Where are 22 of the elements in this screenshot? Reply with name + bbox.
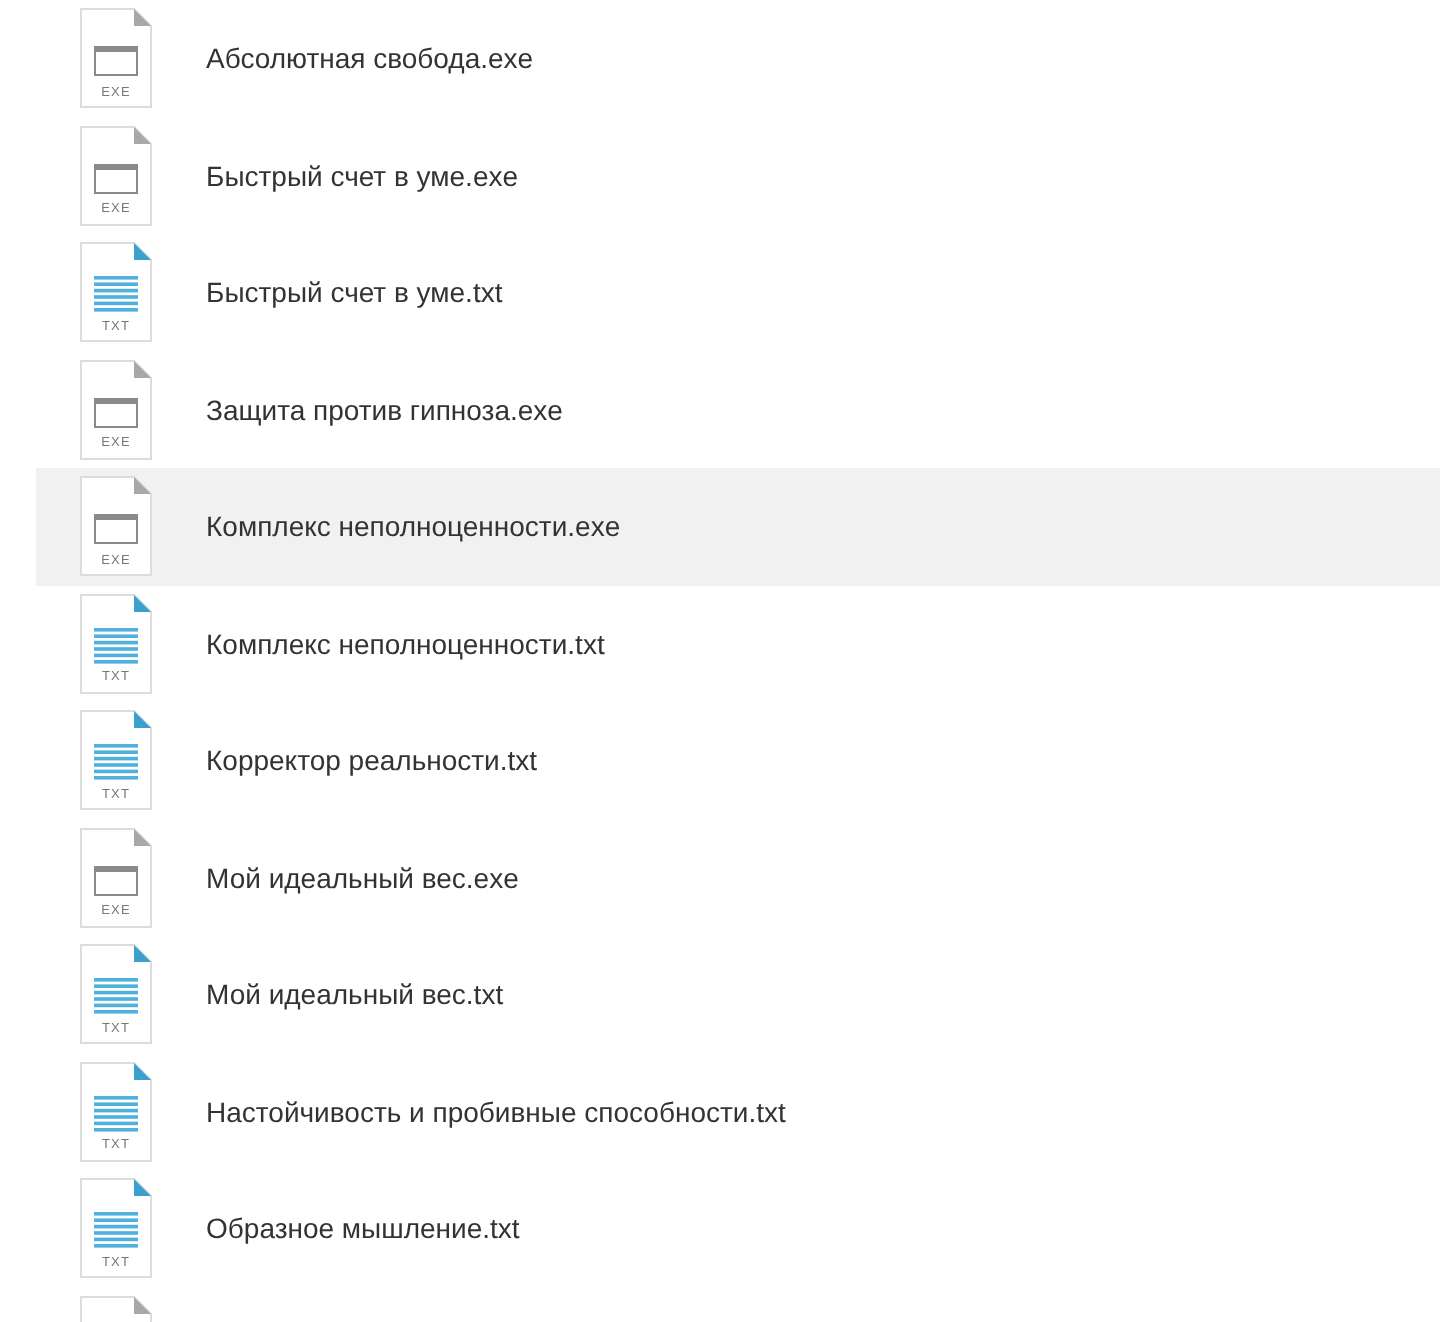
window-file-icon: [80, 8, 152, 109]
window-file-icon: [80, 125, 152, 226]
text-file-icon: [80, 1061, 152, 1162]
window-file-icon: [80, 827, 152, 928]
text-file-icon: [80, 944, 152, 1045]
file-name[interactable]: Корректор реальности.txt: [206, 744, 538, 777]
window-file-icon: [80, 359, 152, 460]
file-name[interactable]: Быстрый счет в уме.txt: [206, 276, 503, 309]
file-name[interactable]: Образное мышление.txt: [206, 1212, 520, 1245]
window-file-icon: [80, 476, 152, 577]
file-name[interactable]: Защита против гипноза.exe: [206, 393, 563, 426]
text-file-icon: [80, 710, 152, 811]
text-file-icon: [80, 593, 152, 694]
file-name[interactable]: Абсолютная свобода.exe: [206, 42, 534, 75]
file-name[interactable]: Комплекс неполноценности.exe: [206, 510, 621, 543]
text-file-icon: [80, 1178, 152, 1279]
file-name[interactable]: Мой идеальный вес.txt: [206, 978, 504, 1011]
file-name[interactable]: Быстрый счет в уме.exe: [206, 159, 519, 192]
text-file-icon: [80, 242, 152, 343]
file-name[interactable]: Настойчивость и пробивные способности.txt: [206, 1095, 786, 1128]
file-name[interactable]: Мой идеальный вес.exe: [206, 861, 519, 894]
file-name[interactable]: Комплекс неполноценности.txt: [206, 627, 605, 660]
